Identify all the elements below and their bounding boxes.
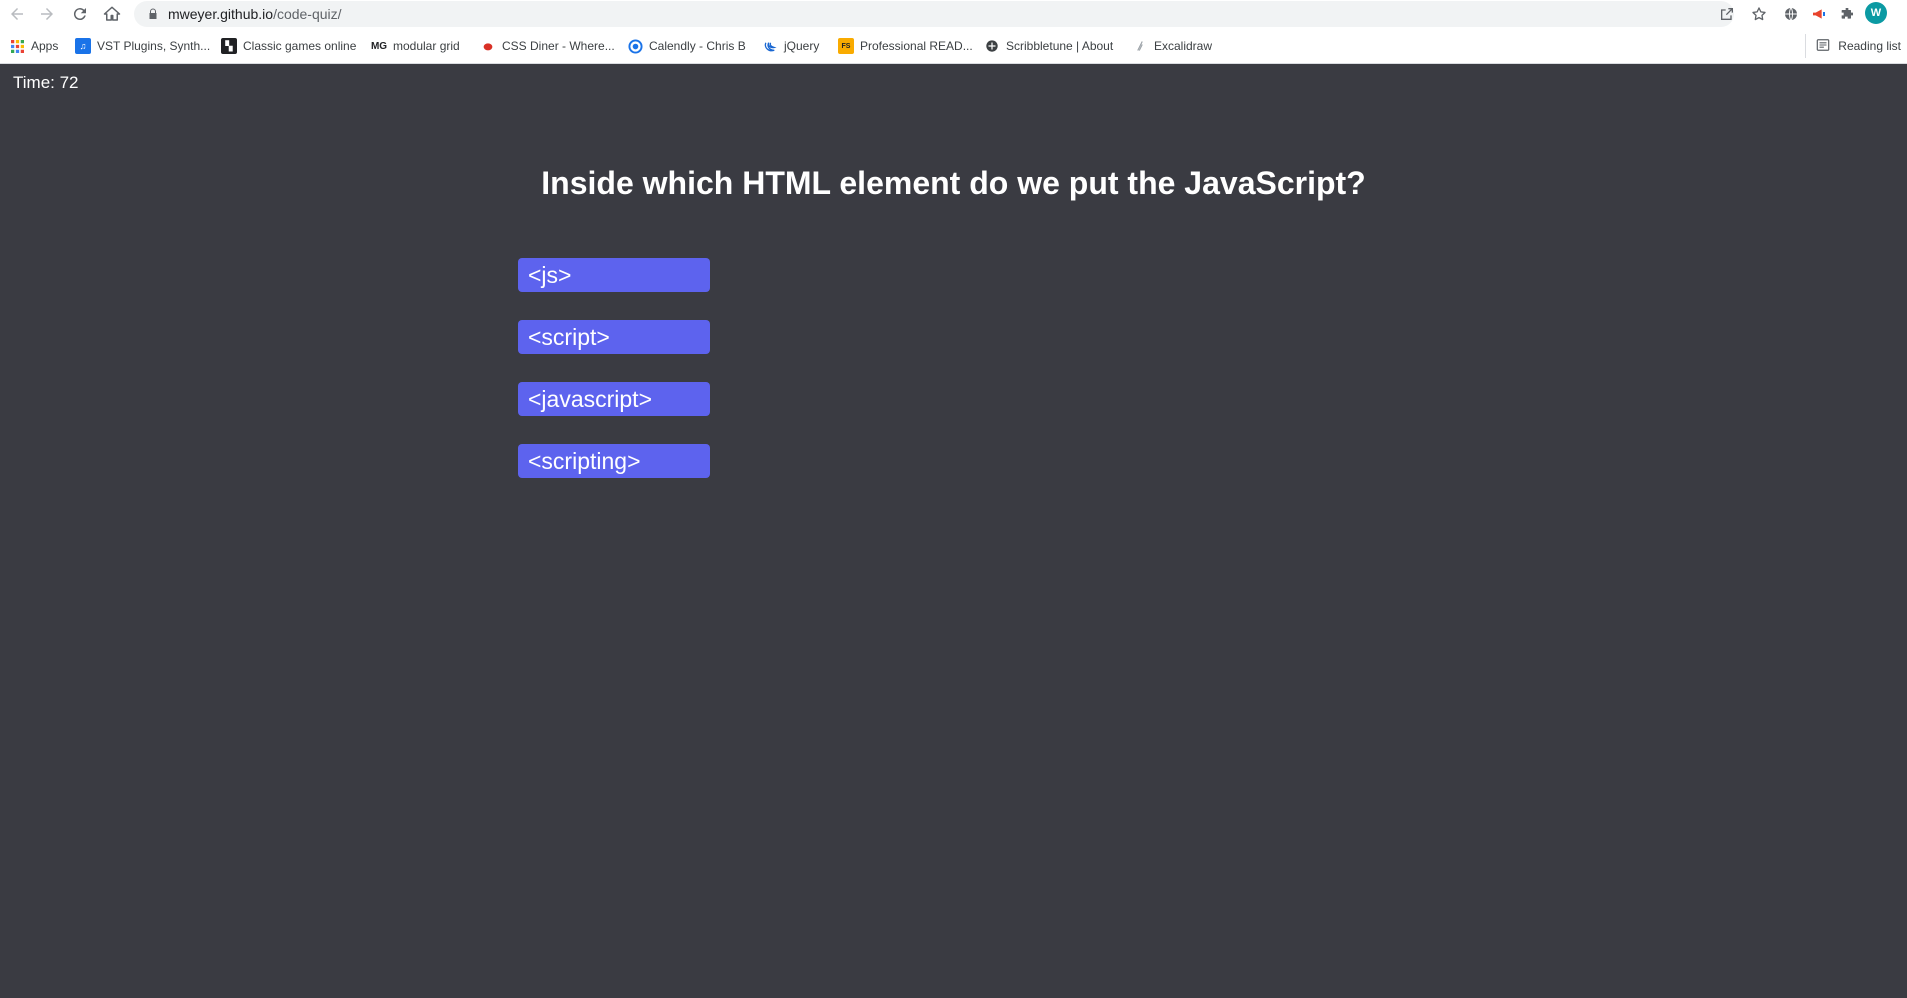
excalidraw-favicon [1132, 38, 1148, 54]
reload-button[interactable] [69, 3, 91, 25]
forward-button[interactable] [36, 3, 58, 25]
apps-grid-icon [9, 38, 25, 54]
url-path: /code-quiz/ [273, 6, 342, 22]
bookmark-label: Scribbletune | About [1006, 39, 1114, 53]
vst-favicon: ♫ [75, 38, 91, 54]
extension-megaphone-icon[interactable] [1809, 4, 1829, 24]
address-bar[interactable]: mweyer.github.io/code-quiz/ [134, 1, 1734, 27]
browser-toolbar: mweyer.github.io/code-quiz/ W [0, 0, 1907, 28]
bookmark-excalidraw[interactable]: Excalidraw [1132, 34, 1212, 58]
bookmark-vst-plugins[interactable]: ♫ VST Plugins, Synth... [75, 34, 210, 58]
share-icon[interactable] [1717, 4, 1737, 24]
back-arrow-icon [11, 8, 23, 20]
extensions-puzzle-icon[interactable] [1837, 4, 1857, 24]
bookmark-label: Excalidraw [1154, 39, 1213, 53]
answer-list: <js> <script> <javascript> <scripting> [518, 258, 710, 506]
scribbletune-favicon [984, 38, 1000, 54]
lock-icon [146, 7, 160, 21]
bookmark-star-icon[interactable] [1749, 4, 1769, 24]
home-icon [103, 6, 121, 21]
bookmark-label: Classic games online [243, 39, 357, 53]
reading-list-icon [1816, 38, 1830, 55]
bookmark-modular-grid[interactable]: MG modular grid [371, 34, 460, 58]
reading-list-button[interactable]: Reading list [1805, 34, 1901, 58]
mg-favicon: MG [370, 40, 388, 52]
answer-button-4[interactable]: <scripting> [518, 444, 710, 478]
bookmark-label: Apps [31, 39, 59, 53]
bookmark-classic-games[interactable]: ▚ Classic games online [221, 34, 356, 58]
bookmark-professional-readme[interactable]: FS Professional READ... [838, 34, 973, 58]
profile-avatar[interactable]: W [1865, 2, 1887, 24]
readme-favicon: FS [838, 38, 854, 54]
bookmark-label: Calendly - Chris B [649, 39, 746, 53]
calendly-favicon [627, 38, 643, 54]
answer-button-2[interactable]: <script> [518, 320, 710, 354]
bookmark-label: modular grid [393, 39, 460, 53]
quiz-timer: Time: 72 [13, 73, 79, 92]
games-favicon: ▚ [221, 38, 237, 54]
extension-globe-icon[interactable] [1781, 4, 1801, 24]
url-text: mweyer.github.io/code-quiz/ [168, 6, 342, 22]
answer-button-1[interactable]: <js> [518, 258, 710, 292]
url-host: mweyer.github.io [168, 6, 274, 22]
reload-icon [73, 8, 86, 21]
bookmark-apps[interactable]: Apps [9, 34, 58, 58]
bookmark-label: Professional READ... [860, 39, 973, 53]
home-button[interactable] [101, 3, 123, 25]
bookmark-scribbletune[interactable]: Scribbletune | About [984, 34, 1113, 58]
bookmark-label: VST Plugins, Synth... [97, 39, 211, 53]
quiz-question: Inside which HTML element do we put the … [541, 165, 1366, 201]
bookmark-label: CSS Diner - Where... [502, 39, 615, 53]
bookmark-label: jQuery [784, 39, 820, 53]
css-diner-favicon [480, 38, 496, 54]
back-button[interactable] [6, 3, 28, 25]
jquery-favicon [762, 38, 778, 54]
reading-list-label: Reading list [1838, 39, 1901, 53]
bookmark-css-diner[interactable]: CSS Diner - Where... [480, 34, 615, 58]
bookmark-calendly[interactable]: Calendly - Chris B [627, 34, 746, 58]
forward-arrow-icon [41, 8, 53, 20]
bookmark-jquery[interactable]: jQuery [762, 34, 819, 58]
answer-button-3[interactable]: <javascript> [518, 382, 710, 416]
bookmarks-bar: Apps ♫ VST Plugins, Synth... ▚ Classic g… [0, 34, 1907, 58]
browser-chrome: mweyer.github.io/code-quiz/ W Apps ♫ VST… [0, 0, 1907, 64]
